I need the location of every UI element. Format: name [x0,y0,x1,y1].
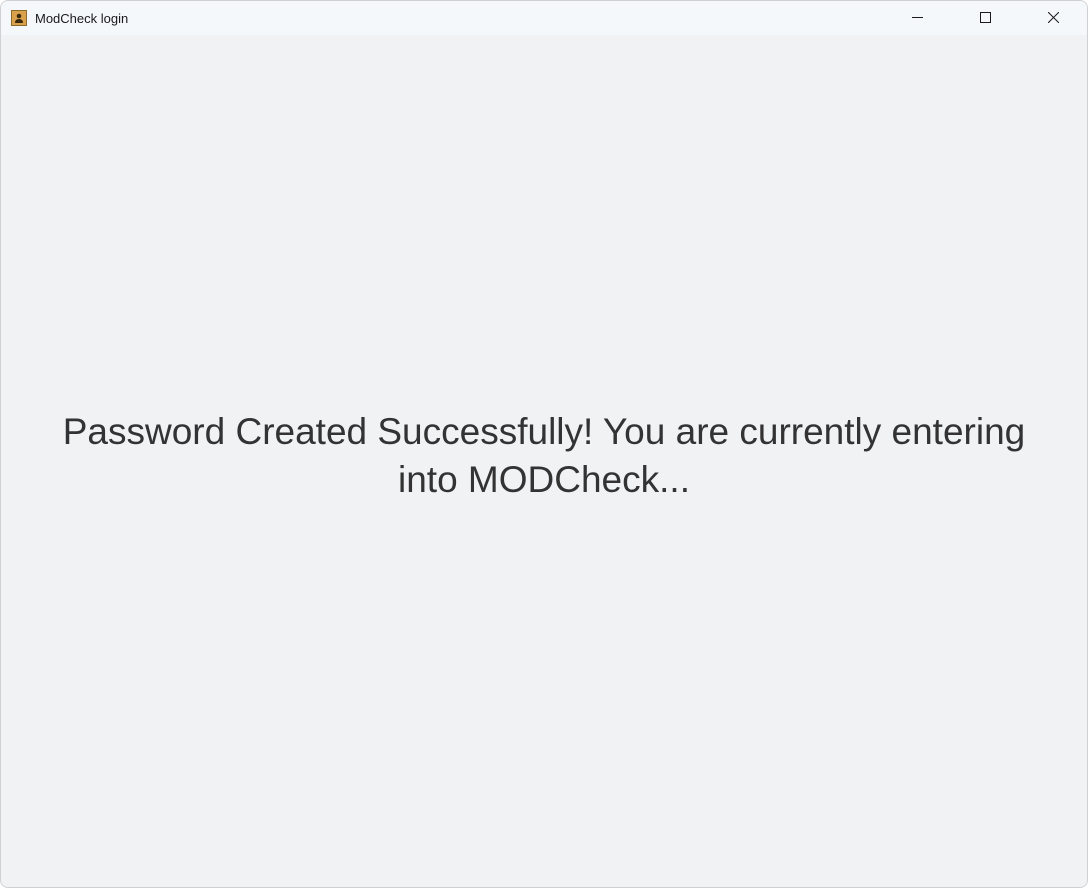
close-icon [1048,11,1059,26]
app-window: ModCheck login [0,0,1088,888]
minimize-icon [912,11,923,26]
minimize-button[interactable] [883,1,951,35]
app-icon [11,10,27,26]
content-area: Password Created Successfully! You are c… [1,35,1087,887]
maximize-icon [980,11,991,26]
maximize-button[interactable] [951,1,1019,35]
close-button[interactable] [1019,1,1087,35]
window-controls [883,1,1087,35]
window-title: ModCheck login [35,11,128,26]
titlebar: ModCheck login [1,1,1087,35]
status-message: Password Created Successfully! You are c… [31,408,1057,504]
